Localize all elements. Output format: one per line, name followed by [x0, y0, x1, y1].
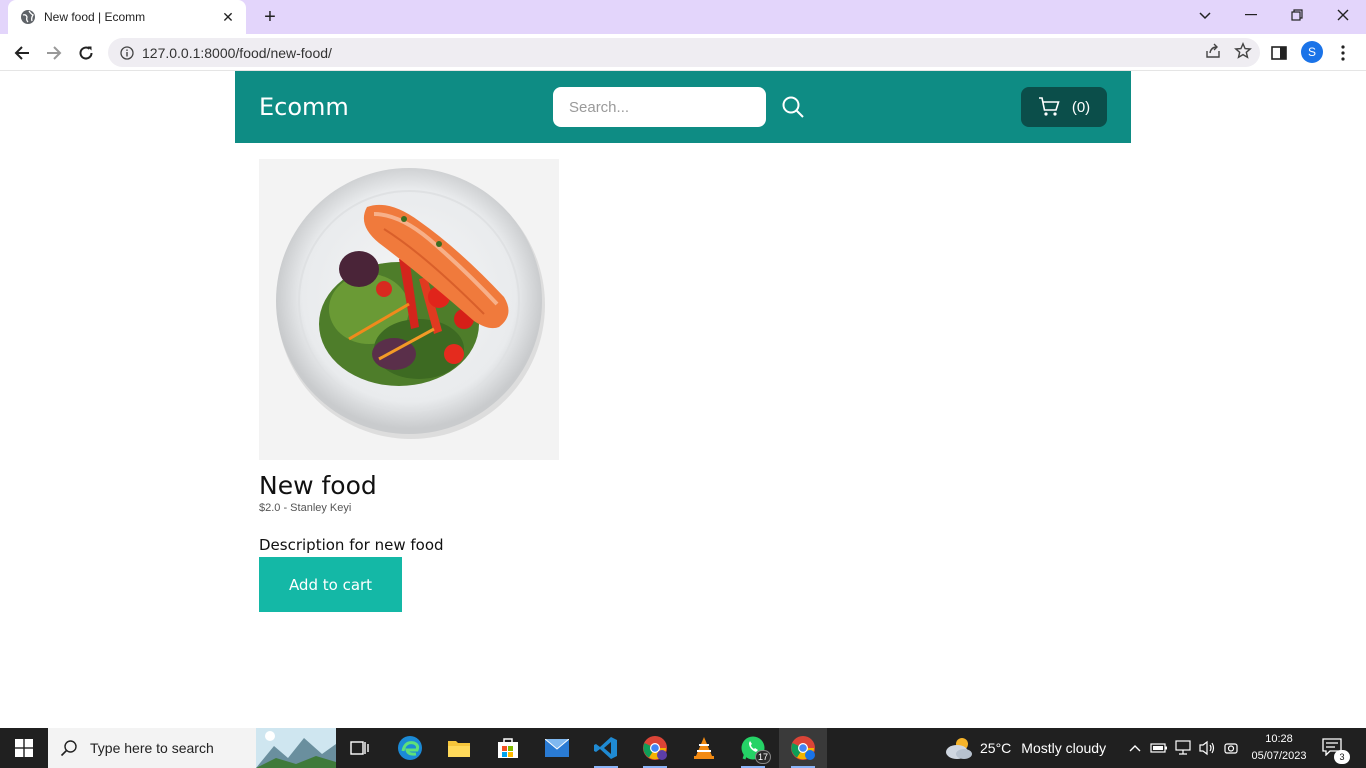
search-icon[interactable] [781, 95, 805, 119]
mail-app[interactable] [533, 728, 581, 768]
chevron-up-icon [1129, 745, 1141, 752]
tab-title: New food | Ecomm [44, 10, 146, 24]
product-image [259, 159, 559, 460]
globe-icon [21, 10, 35, 24]
minimize-button[interactable] [1228, 0, 1274, 30]
browser-tab[interactable]: New food | Ecomm ✕ [8, 0, 246, 34]
forward-button[interactable] [41, 40, 67, 66]
clock-time: 10:28 [1265, 733, 1293, 745]
chevron-down-icon [1199, 12, 1211, 20]
whatsapp-badge: 17 [755, 750, 771, 764]
product-description: Description for new food [259, 536, 444, 554]
browser-toolbar: 127.0.0.1:8000/food/new-food/ [0, 34, 1366, 71]
tab-close-icon[interactable]: ✕ [220, 9, 236, 25]
side-panel-icon [1271, 46, 1287, 60]
network-tray[interactable] [1174, 739, 1192, 757]
edge-app[interactable] [386, 728, 434, 768]
task-view-icon [350, 741, 369, 755]
whatsapp-app[interactable]: 17 [729, 728, 777, 768]
site-navbar: Ecomm (0) [235, 71, 1131, 143]
task-view-button[interactable] [336, 728, 384, 768]
taskbar-search[interactable]: Type here to search [48, 728, 336, 768]
cart-icon [1038, 97, 1060, 116]
tab-search-button[interactable] [1192, 5, 1218, 27]
cart-count: (0) [1071, 98, 1091, 116]
menu-button[interactable] [1332, 42, 1354, 64]
windows-taskbar: Type here to search 17 25°C Mostly cloud… [0, 728, 1366, 768]
cart-button[interactable]: (0) [1021, 87, 1107, 127]
folder-icon [448, 741, 470, 757]
weather-description: Mostly cloudy [1021, 740, 1107, 756]
product-title: New food [259, 471, 377, 500]
battery-tray[interactable] [1150, 739, 1168, 757]
cloudy-weather-icon [946, 738, 972, 759]
file-explorer-app[interactable] [435, 728, 483, 768]
volume-tray[interactable] [1198, 739, 1216, 757]
minimize-icon [1245, 14, 1257, 16]
chrome-profile-app[interactable] [631, 728, 679, 768]
microsoft-store-app[interactable] [484, 728, 532, 768]
side-panel-button[interactable] [1268, 42, 1290, 64]
taskbar-search-placeholder: Type here to search [90, 740, 214, 756]
restore-icon [1291, 9, 1303, 21]
weather-temperature: 25°C [980, 740, 1012, 756]
product-price-seller: $2.0 - Stanley Keyi [259, 502, 352, 514]
network-icon [1175, 740, 1191, 755]
vscode-app[interactable] [582, 728, 630, 768]
back-button[interactable] [9, 40, 35, 66]
search-input[interactable] [553, 87, 766, 127]
system-clock[interactable]: 10:28 05/07/2023 [1250, 731, 1308, 765]
windows-logo-icon [15, 739, 33, 757]
mail-icon [545, 739, 569, 757]
camera-icon [1224, 743, 1238, 754]
profile-avatar[interactable]: S [1301, 41, 1323, 63]
meet-now-tray[interactable] [1222, 739, 1240, 757]
restore-button[interactable] [1274, 0, 1320, 30]
start-button[interactable] [0, 728, 48, 768]
reload-icon [79, 46, 93, 60]
chrome-icon [791, 736, 815, 760]
address-bar[interactable]: 127.0.0.1:8000/food/new-food/ [108, 38, 1260, 67]
close-icon [1337, 9, 1349, 21]
speaker-icon [1199, 740, 1215, 756]
vlc-app[interactable] [680, 728, 728, 768]
vlc-icon [694, 737, 714, 759]
show-hidden-icons-button[interactable] [1126, 739, 1144, 757]
search-highlight-icon [256, 728, 336, 768]
close-window-button[interactable] [1320, 0, 1366, 30]
kebab-menu-icon [1341, 45, 1345, 61]
new-tab-button[interactable]: + [258, 6, 282, 28]
weather-widget[interactable]: 25°C Mostly cloudy [944, 728, 1106, 768]
notification-count: 3 [1334, 750, 1350, 764]
clock-date: 05/07/2023 [1251, 750, 1307, 762]
url-text: 127.0.0.1:8000/food/new-food/ [142, 44, 332, 61]
chrome-app[interactable] [779, 728, 827, 768]
star-icon[interactable] [1234, 42, 1252, 60]
browser-tabstrip: New food | Ecomm ✕ + [0, 0, 1366, 34]
notification-center-button[interactable]: 3 [1322, 738, 1350, 764]
battery-icon [1150, 743, 1167, 753]
edge-icon [398, 736, 422, 760]
add-to-cart-button[interactable]: Add to cart [259, 557, 402, 612]
arrow-left-icon [14, 46, 29, 60]
store-icon [498, 738, 518, 758]
search-icon [60, 740, 77, 757]
vscode-icon [594, 737, 617, 759]
info-icon[interactable] [120, 45, 134, 60]
brand-logo[interactable]: Ecomm [259, 93, 349, 121]
reload-button[interactable] [73, 40, 99, 66]
share-icon[interactable] [1204, 42, 1222, 60]
arrow-right-icon [47, 46, 62, 60]
chrome-icon [643, 736, 667, 760]
